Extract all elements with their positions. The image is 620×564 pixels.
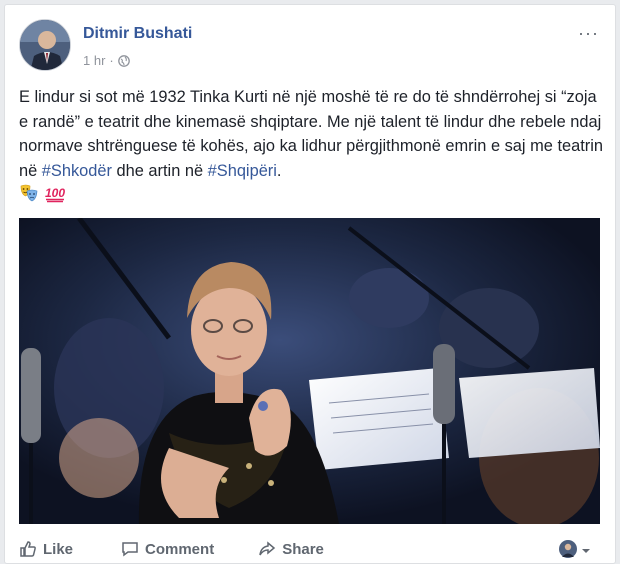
comment-button[interactable]: Comment (121, 540, 214, 558)
more-options-icon[interactable]: ··· (578, 23, 599, 44)
share-label: Share (282, 540, 324, 558)
theater-masks-icon (19, 183, 39, 211)
post-photo[interactable] (19, 218, 600, 524)
like-button[interactable]: Like (19, 540, 73, 558)
post-meta: 1 hr · (83, 53, 130, 68)
author-name[interactable]: Ditmir Bushati (83, 25, 192, 43)
small-avatar (559, 540, 577, 562)
post-header: Ditmir Bushati 1 hr · ··· (19, 19, 599, 75)
post-card: Ditmir Bushati 1 hr · ··· E lindur si so… (4, 4, 616, 564)
hundred-points-icon: 100 (44, 183, 66, 211)
globe-icon (117, 54, 130, 67)
svg-text:100: 100 (45, 186, 65, 200)
post-text-part3: . (276, 161, 282, 180)
share-button[interactable]: Share (258, 540, 324, 558)
comment-label: Comment (145, 540, 215, 558)
reaction-audience-selector[interactable] (559, 540, 591, 562)
post-actions: Like Comment Share (19, 534, 599, 564)
meta-separator: · (109, 53, 114, 68)
post-text: E lindur si sot më 1932 Tinka Kurti në n… (19, 85, 607, 211)
share-icon (259, 541, 276, 556)
author-avatar[interactable] (19, 19, 71, 71)
thumbs-up-icon (20, 541, 36, 557)
post-time[interactable]: 1 hr (83, 53, 105, 68)
post-text-part2: dhe artin në (111, 161, 208, 180)
hashtag-shkoder[interactable]: #Shkodër (42, 162, 112, 180)
chevron-down-icon (581, 543, 591, 560)
comment-icon (122, 542, 138, 557)
like-label: Like (43, 540, 74, 558)
hashtag-shqiperi[interactable]: #Shqipëri (208, 162, 277, 180)
